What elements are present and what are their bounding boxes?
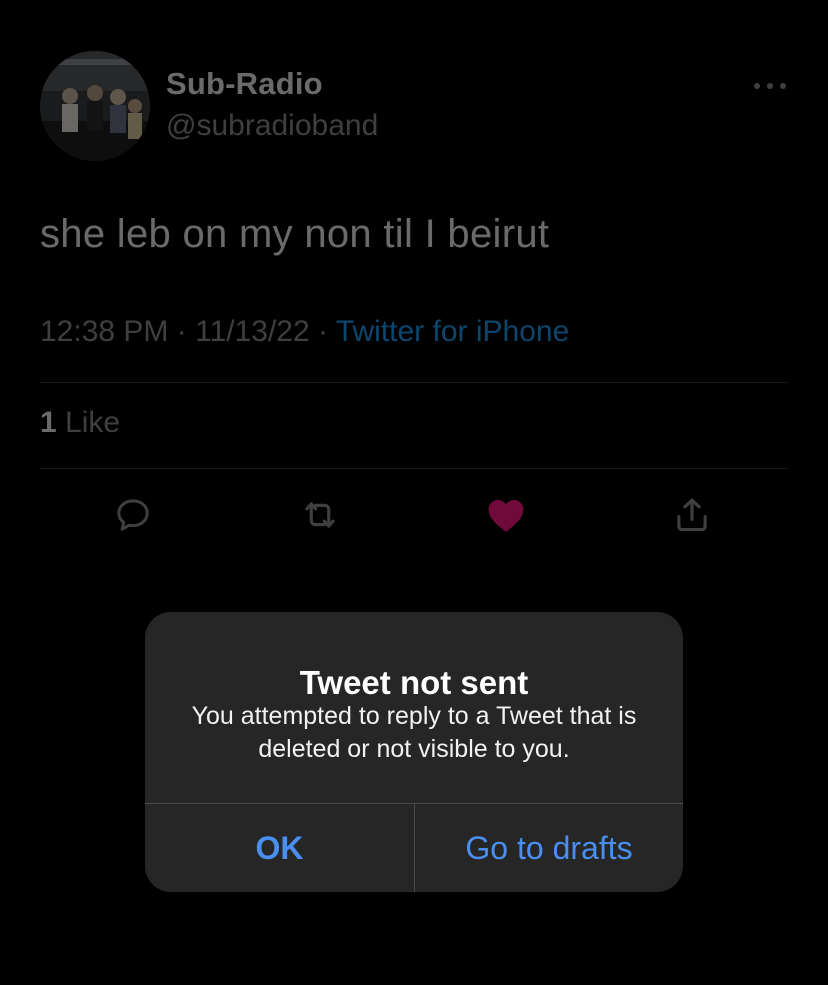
heart-filled-icon	[488, 499, 524, 532]
like-label: Like	[65, 406, 121, 439]
alert-dialog: Tweet not sent You attempted to reply to…	[145, 612, 683, 892]
retweet-button[interactable]	[298, 493, 342, 537]
tweet-source-link[interactable]: Twitter for iPhone	[336, 315, 569, 348]
divider	[40, 468, 788, 469]
user-handle[interactable]: @subradioband	[166, 109, 378, 143]
more-options-icon[interactable]	[754, 76, 786, 96]
profile-avatar[interactable]	[40, 51, 150, 161]
likes-count-link[interactable]: 1 Like	[40, 406, 120, 440]
reply-icon	[117, 499, 149, 531]
like-button[interactable]	[484, 493, 528, 537]
go-to-drafts-button[interactable]: Go to drafts	[415, 804, 683, 892]
reply-button[interactable]	[111, 493, 155, 537]
retweet-icon	[305, 502, 335, 528]
divider	[40, 382, 788, 383]
like-count: 1	[40, 406, 57, 439]
tweet-text: she leb on my non til I beirut	[40, 212, 550, 256]
tweet-date: 11/13/22	[195, 315, 310, 348]
dialog-title: Tweet not sent	[299, 664, 529, 701]
ok-button[interactable]: OK	[145, 804, 414, 892]
share-button[interactable]	[670, 493, 714, 537]
meta-separator: ·	[318, 315, 329, 348]
avatar-photo	[40, 51, 150, 161]
tweet-time: 12:38 PM	[40, 315, 169, 348]
display-name[interactable]: Sub-Radio	[166, 66, 323, 102]
share-icon	[677, 498, 707, 532]
tweet-meta: 12:38 PM · 11/13/22 · Twitter for iPhone	[40, 315, 569, 349]
meta-separator: ·	[176, 315, 187, 348]
dialog-message: You attempted to reply to a Tweet that i…	[191, 702, 637, 763]
